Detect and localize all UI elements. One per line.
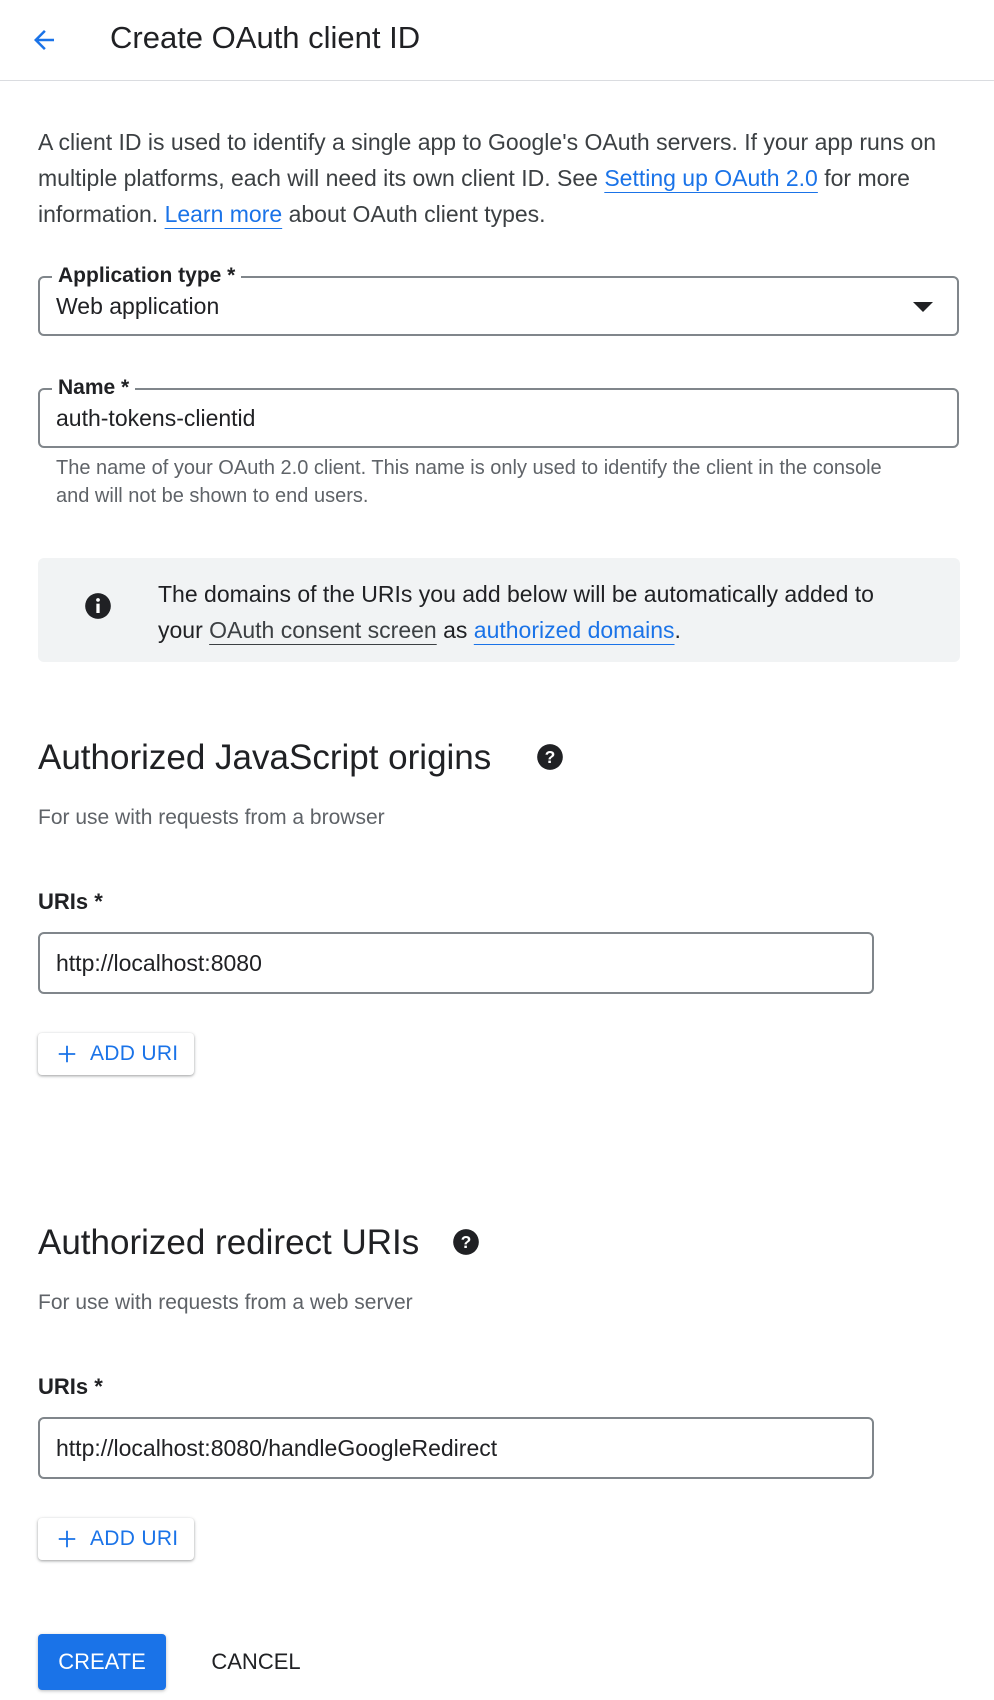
name-label: Name * <box>52 375 136 401</box>
back-button[interactable] <box>20 16 68 64</box>
cancel-button[interactable]: CANCEL <box>196 1634 316 1690</box>
application-type-select[interactable]: Application type * Web application <box>38 263 959 336</box>
name-helper-text: The name of your OAuth 2.0 client. This … <box>56 457 882 507</box>
info-icon <box>85 593 111 619</box>
application-type-value: Web application <box>56 293 220 319</box>
js-origins-uris-label: URIs * <box>38 889 103 914</box>
name-value[interactable]: auth-tokens-clientid <box>56 404 255 432</box>
learn-more-link[interactable]: Learn more <box>165 201 283 227</box>
redirect-uris-title: Authorized redirect URIs <box>38 1223 420 1262</box>
arrow-back-icon <box>34 30 54 50</box>
svg-text:?: ? <box>461 1232 472 1252</box>
page-title: Create OAuth client ID <box>110 20 421 55</box>
page-header: Create OAuth client ID <box>0 0 994 81</box>
dropdown-arrow-icon <box>913 302 933 312</box>
info-banner: The domains of the URIs you add below wi… <box>38 558 960 662</box>
js-origins-subtitle: For use with requests from a browser <box>38 806 385 829</box>
plus-icon <box>58 1530 76 1548</box>
create-button[interactable]: CREATE <box>38 1634 166 1690</box>
add-uri-label: ADD URI <box>90 1042 179 1065</box>
setting-up-oauth-link[interactable]: Setting up OAuth 2.0 <box>604 165 818 191</box>
js-origins-help-icon[interactable]: ? <box>536 743 564 771</box>
redirect-uris-help-icon[interactable]: ? <box>452 1228 480 1256</box>
js-origin-uri-input[interactable] <box>38 932 874 994</box>
name-field[interactable]: Name * auth-tokens-clientid <box>38 375 959 448</box>
authorized-domains-link[interactable]: authorized domains <box>474 617 675 643</box>
redirect-uris-subtitle: For use with requests from a web server <box>38 1291 413 1314</box>
redirect-uris-add-uri-button[interactable]: ADD URI <box>38 1518 194 1560</box>
js-origins-title: Authorized JavaScript origins <box>38 738 492 777</box>
info-text-3: . <box>674 617 681 643</box>
plus-icon <box>58 1045 76 1063</box>
svg-text:?: ? <box>545 747 556 767</box>
redirect-uris-label: URIs * <box>38 1374 103 1399</box>
intro-text-3: about OAuth client types. <box>282 201 546 227</box>
oauth-consent-screen-link[interactable]: OAuth consent screen <box>209 617 437 643</box>
add-uri-label: ADD URI <box>90 1527 179 1550</box>
redirect-uri-input[interactable] <box>38 1417 874 1479</box>
js-origins-add-uri-button[interactable]: ADD URI <box>38 1033 194 1075</box>
application-type-label: Application type * <box>52 263 242 289</box>
intro-paragraph: A client ID is used to identify a single… <box>38 124 958 232</box>
info-text: The domains of the URIs you add below wi… <box>158 576 918 648</box>
info-text-2: as <box>436 617 474 643</box>
